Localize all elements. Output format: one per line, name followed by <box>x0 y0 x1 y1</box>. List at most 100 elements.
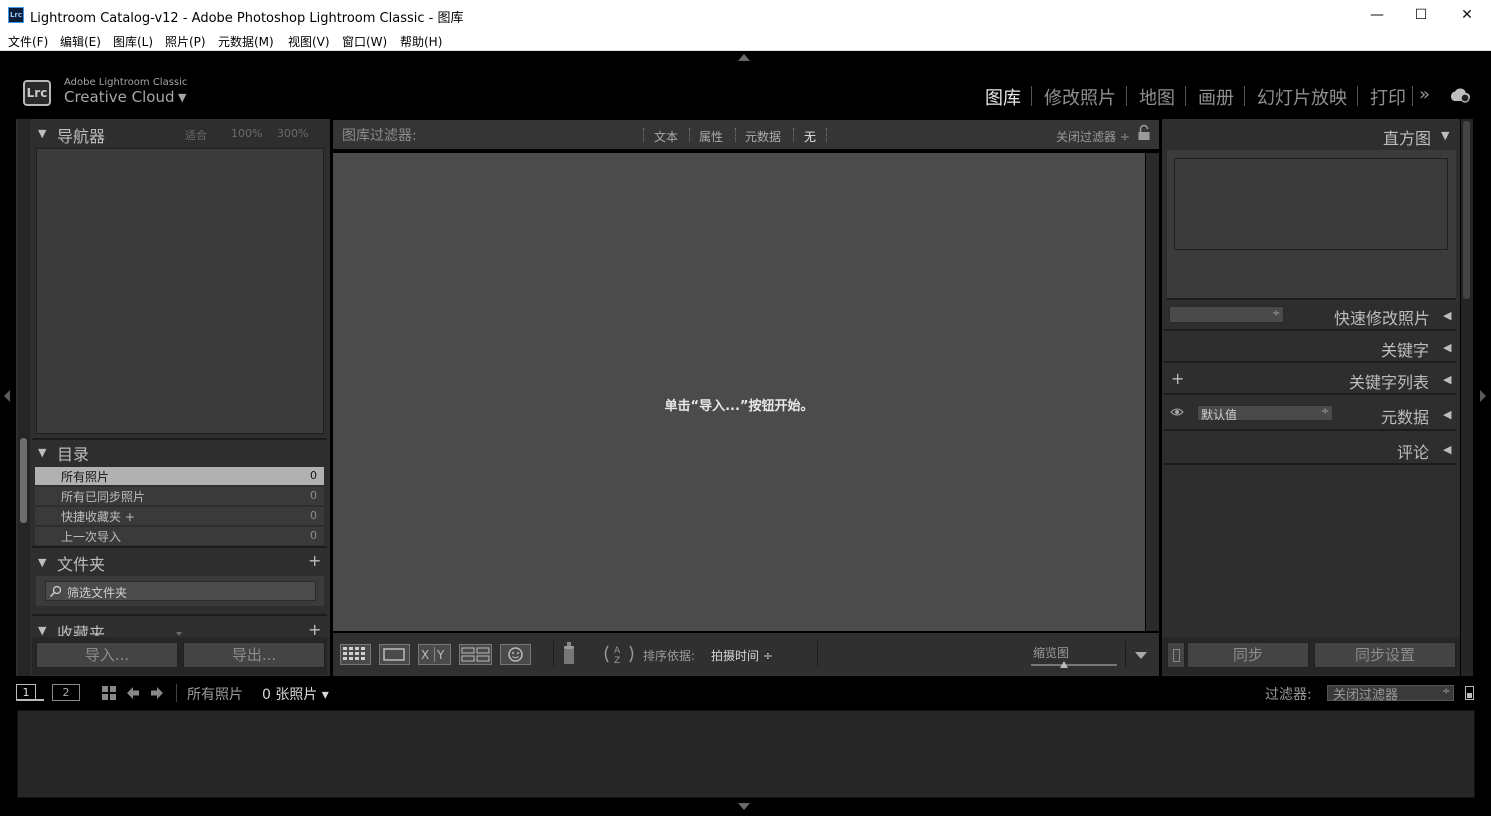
painter-icon[interactable] <box>562 642 576 666</box>
grid-view[interactable] <box>333 153 1145 631</box>
sync-button[interactable]: 同步 <box>1187 642 1309 668</box>
sync-settings-button[interactable]: 同步设置 <box>1314 642 1456 668</box>
module-develop[interactable]: 修改照片 <box>1044 84 1116 110</box>
keywording-expand-icon[interactable]: ◀ <box>1443 341 1451 354</box>
right-panel-toggle-icon[interactable] <box>1480 390 1486 402</box>
menu-edit[interactable]: 编辑(E) <box>60 33 101 50</box>
menu-library[interactable]: 图库(L) <box>113 33 153 50</box>
filter-tab-metadata[interactable]: 元数据 <box>745 128 781 145</box>
module-library[interactable]: 图库 <box>985 84 1021 110</box>
metadata-expand-icon[interactable]: ◀ <box>1443 408 1451 421</box>
add-keyword-icon[interactable]: + <box>1171 369 1184 388</box>
maximize-button[interactable]: ☐ <box>1398 0 1444 30</box>
navigator-zoom-300[interactable]: 300% <box>277 127 308 140</box>
export-button[interactable]: 导出... <box>183 642 325 668</box>
add-collection-icon[interactable]: + <box>308 620 321 636</box>
navigator-title[interactable]: 导航器 <box>57 123 105 147</box>
quick-develop-expand-icon[interactable]: ◀ <box>1443 309 1451 322</box>
menu-file[interactable]: 文件(F) <box>8 33 48 50</box>
filter-tab-none[interactable]: 无 <box>804 128 816 145</box>
module-book[interactable]: 画册 <box>1198 84 1234 110</box>
left-panel-scrollbar[interactable] <box>18 119 30 676</box>
sort-dropdown[interactable]: 拍摄时间 ÷ <box>711 647 773 664</box>
filter-separator <box>826 128 827 142</box>
histogram-collapse-icon[interactable]: ▼ <box>1441 129 1449 142</box>
close-button[interactable]: ✕ <box>1444 0 1490 30</box>
catalog-title[interactable]: 目录 <box>57 441 89 465</box>
menu-photo[interactable]: 照片(P) <box>165 33 206 50</box>
eye-icon[interactable] <box>1170 407 1184 417</box>
filter-tab-attribute[interactable]: 属性 <box>699 128 723 145</box>
add-folder-icon[interactable]: + <box>308 551 321 570</box>
app-icon: Lrc <box>8 7 24 23</box>
module-print[interactable]: 打印 <box>1370 84 1406 110</box>
forward-arrow-icon[interactable] <box>150 686 164 700</box>
people-view-icon[interactable] <box>500 644 531 665</box>
bottom-panel-toggle-icon[interactable] <box>738 803 750 810</box>
filmstrip-photo-count[interactable]: 0 张照片 ▾ <box>262 684 329 704</box>
menu-window[interactable]: 窗口(W) <box>342 33 387 50</box>
auto-sync-toggle[interactable] <box>1167 642 1185 668</box>
filter-lock-icon[interactable] <box>1137 124 1151 142</box>
grid-icon[interactable] <box>101 685 117 701</box>
filmstrip-filter-value: 关闭过滤器 <box>1333 688 1399 703</box>
grid-view-icon[interactable] <box>340 644 371 665</box>
comments-title[interactable]: 评论 <box>1397 439 1429 463</box>
navigator-preview[interactable] <box>36 148 324 434</box>
identity-dropdown-icon[interactable]: ▼ <box>178 91 186 104</box>
filmstrip-source[interactable]: 所有照片 <box>187 684 243 704</box>
metadata-title[interactable]: 元数据 <box>1381 404 1429 428</box>
left-panel-toggle-icon[interactable] <box>4 390 10 402</box>
menu-metadata[interactable]: 元数据(M) <box>218 33 274 50</box>
quick-develop-preset-dropdown[interactable] <box>1169 306 1284 323</box>
right-scroll-thumb[interactable] <box>1463 121 1470 299</box>
toolbar-options-icon[interactable] <box>1135 652 1147 659</box>
back-arrow-icon[interactable] <box>126 686 140 700</box>
filmstrip[interactable] <box>17 710 1475 798</box>
cloud-sync-icon[interactable] <box>1448 86 1472 104</box>
panel-divider <box>1163 329 1456 331</box>
comments-expand-icon[interactable]: ◀ <box>1443 443 1451 456</box>
filmstrip-lock-icon[interactable] <box>1465 686 1474 700</box>
modules-more-icon[interactable]: » <box>1419 84 1430 105</box>
filter-tab-text[interactable]: 文本 <box>654 128 678 145</box>
histogram-title[interactable]: 直方图 <box>1383 125 1431 149</box>
folders-title[interactable]: 文件夹 <box>57 551 105 575</box>
minimize-button[interactable]: — <box>1354 0 1400 30</box>
module-map[interactable]: 地图 <box>1139 84 1175 110</box>
grid-scrollbar[interactable] <box>1146 153 1159 631</box>
import-button[interactable]: 导入... <box>36 642 178 668</box>
sort-direction-icon[interactable]: A Z <box>602 643 636 665</box>
keyword-list-title[interactable]: 关键字列表 <box>1349 369 1429 393</box>
keywording-title[interactable]: 关键字 <box>1381 337 1429 361</box>
left-scroll-thumb[interactable] <box>20 438 27 523</box>
navigator-zoom-100[interactable]: 100% <box>231 127 262 140</box>
filter-separator <box>735 128 736 142</box>
metadata-preset-value: 默认值 <box>1201 408 1238 422</box>
collections-collapse-icon[interactable]: ▼ <box>38 624 46 636</box>
menu-help[interactable]: 帮助(H) <box>400 33 442 50</box>
secondary-window-button[interactable]: 2 <box>52 684 80 701</box>
loupe-view-icon[interactable] <box>379 644 410 665</box>
compare-view-icon[interactable]: X Y <box>418 644 451 665</box>
module-slideshow[interactable]: 幻灯片放映 <box>1257 84 1347 110</box>
panel-resize-icon[interactable] <box>176 632 182 636</box>
folders-collapse-icon[interactable]: ▼ <box>38 556 46 569</box>
quick-develop-title[interactable]: 快速修改照片 <box>1334 305 1430 329</box>
module-separator <box>1185 86 1186 106</box>
filter-preset-dropdown[interactable]: 关闭过滤器 ÷ <box>1056 128 1130 145</box>
panel-divider <box>32 438 327 440</box>
catalog-collapse-icon[interactable]: ▼ <box>38 446 46 459</box>
top-panel-toggle-icon[interactable] <box>738 54 750 61</box>
collections-title[interactable]: 收藏夹 <box>57 620 105 636</box>
thumbnail-size-slider[interactable] <box>1031 664 1117 666</box>
survey-view-icon[interactable] <box>459 644 492 665</box>
histogram-graph[interactable] <box>1174 158 1448 250</box>
thumbnail-slider-handle[interactable] <box>1060 661 1068 668</box>
identity-adobe: Adobe Lightroom Classic <box>64 77 188 88</box>
catalog-item-label: 上一次导入 <box>61 530 122 544</box>
navigator-zoom-fit[interactable]: 适合 <box>185 127 207 143</box>
menu-view[interactable]: 视图(V) <box>288 33 330 50</box>
keyword-list-expand-icon[interactable]: ◀ <box>1443 373 1451 386</box>
navigator-collapse-icon[interactable]: ▼ <box>38 127 46 140</box>
